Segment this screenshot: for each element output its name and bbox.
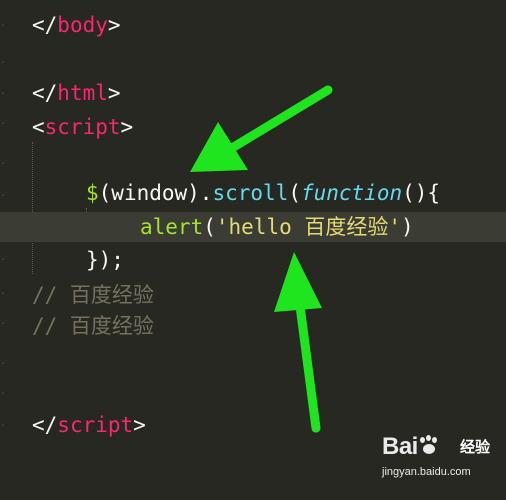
- arrow-pointing-to-alert: [274, 252, 322, 433]
- baidu-logo-text: Bai: [382, 433, 418, 460]
- code-editor[interactable]: · · · · · · · · · · · · · </body> </html…: [0, 0, 506, 488]
- baidu-jingyan-watermark: Bai 经验 jingyan.baidu.com: [378, 430, 500, 484]
- watermark-jingyan-text: 经验: [460, 439, 491, 456]
- baidu-logo: Bai: [382, 432, 442, 461]
- watermark-url: jingyan.baidu.com: [382, 466, 471, 478]
- paw-icon: [418, 435, 442, 457]
- arrow-pointing-to-scroll: [190, 85, 333, 172]
- annotation-arrows: [190, 85, 333, 433]
